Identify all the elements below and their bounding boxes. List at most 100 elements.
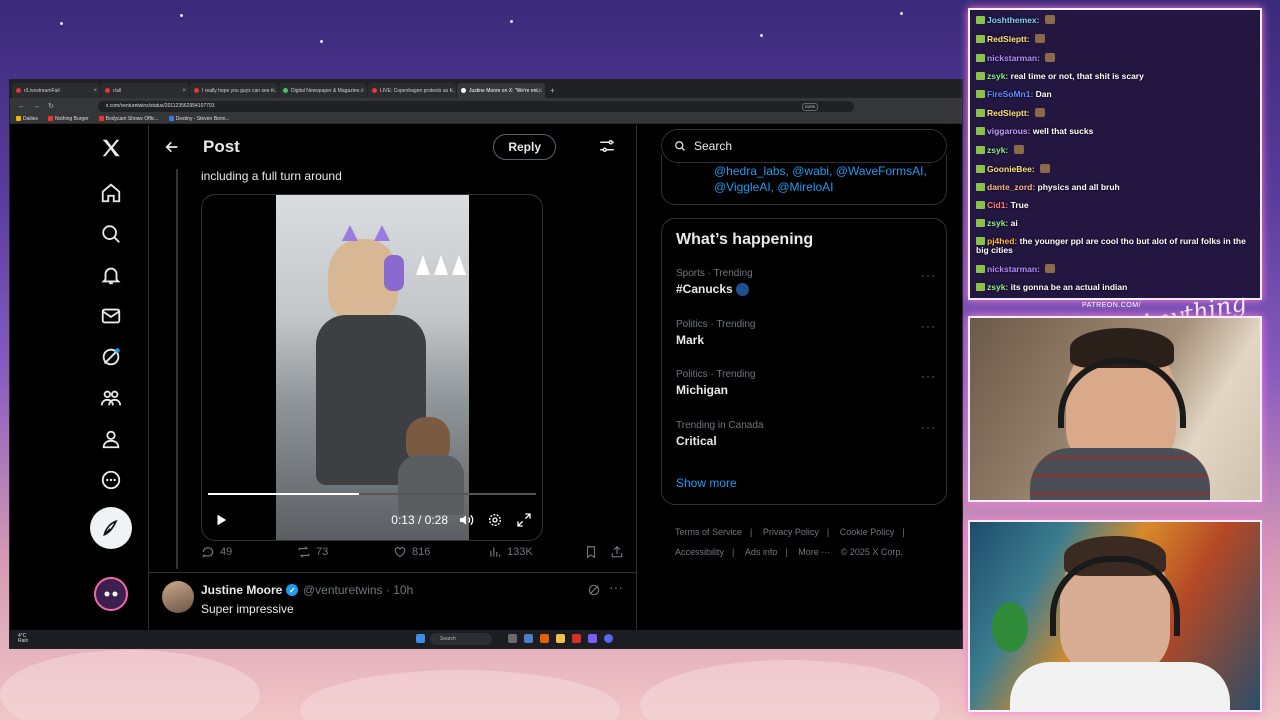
tweet-text: including a full turn around — [201, 169, 342, 183]
taskbar-search[interactable]: Search — [430, 633, 492, 645]
close-icon[interactable]: × — [93, 88, 97, 94]
footer-link[interactable]: More ··· — [798, 547, 830, 557]
search-icon[interactable] — [96, 219, 126, 249]
folder-icon[interactable] — [556, 634, 565, 643]
forward-icon[interactable]: → — [33, 103, 40, 110]
browser-tab[interactable]: I really hope you guys can see t... × — [190, 83, 278, 98]
footer-link[interactable]: Privacy Policy — [763, 527, 819, 537]
more-icon[interactable] — [96, 465, 126, 495]
views-action[interactable]: 133K — [488, 545, 533, 559]
footer-link[interactable]: Cookie Policy — [840, 527, 895, 537]
chat-username[interactable]: nickstarman: — [987, 264, 1040, 274]
chat-username[interactable]: zsyk: — [987, 71, 1008, 81]
back-icon[interactable]: ← — [18, 103, 25, 110]
reddit-icon — [105, 88, 110, 93]
zoom-badge[interactable]: 210% — [801, 102, 818, 111]
grok-icon[interactable] — [96, 342, 126, 372]
browser-tab[interactable]: Digital Newspaper & Magazine... × — [279, 83, 367, 98]
url-field[interactable]: x.com/venturetwins/status/20112356295410… — [97, 100, 854, 112]
close-icon[interactable]: × — [360, 88, 364, 94]
avatar[interactable] — [94, 577, 128, 611]
search-input[interactable]: Search — [661, 129, 947, 163]
patreon-label: PATREON.COM/ — [1082, 302, 1142, 309]
reply-button[interactable]: Reply — [493, 134, 556, 160]
reply-author[interactable]: Justine Moore ✓ — [201, 583, 299, 597]
chat-username[interactable]: viggarous: — [987, 126, 1030, 136]
chat-username[interactable]: Cid1: — [987, 200, 1008, 210]
mention-links[interactable]: @ViggleAI, @MireloAI — [714, 180, 834, 194]
firefox-icon[interactable] — [540, 634, 549, 643]
discord-icon[interactable] — [604, 634, 613, 643]
chat-username[interactable]: FireSoMn1: — [987, 89, 1033, 99]
like-action[interactable]: 816 — [393, 545, 430, 559]
browser-tab-active[interactable]: Justine Moore on X: "We're ent... × — [457, 83, 545, 98]
close-icon[interactable]: × — [538, 88, 542, 94]
new-tab-button[interactable]: + — [550, 83, 555, 98]
video-progress-bar[interactable] — [208, 493, 536, 495]
share-action[interactable] — [610, 545, 624, 559]
chat-username[interactable]: dante_zord: — [987, 182, 1035, 192]
chat-username[interactable]: zsyk: — [987, 218, 1008, 228]
video-player[interactable]: 0:13 / 0:28 — [201, 194, 543, 541]
repost-action[interactable]: 73 — [297, 545, 328, 559]
bookmark[interactable]: Nothing Burger — [48, 116, 89, 122]
grok-icon[interactable] — [587, 583, 601, 597]
footer-link[interactable]: Terms of Service — [675, 527, 742, 537]
browser-tab[interactable]: LIVE: Copenhagen protests as I... × — [368, 83, 456, 98]
bookmark[interactable]: Destiny - Steven Bonn... — [168, 116, 230, 122]
mention-links[interactable]: @hedra_labs, @wabi, @WaveFormsAI, — [714, 164, 927, 178]
bookmark[interactable]: Bodycam Shows Offic... — [98, 116, 159, 122]
chat-text: the younger ppl are cool tho but alot of… — [976, 236, 1246, 255]
reload-icon[interactable]: ↻ — [48, 102, 54, 110]
windows-start-icon[interactable] — [416, 634, 425, 643]
app-icon[interactable] — [588, 634, 597, 643]
bell-icon[interactable] — [96, 260, 126, 290]
avatar[interactable] — [162, 581, 194, 613]
chat-username[interactable]: RedSleptt: — [987, 34, 1030, 44]
reply-tweet[interactable]: Justine Moore ✓ @venturetwins · 10h ··· … — [149, 572, 636, 630]
more-icon[interactable]: ··· — [921, 268, 936, 282]
tune-icon[interactable] — [598, 137, 616, 155]
profile-icon[interactable] — [96, 424, 126, 454]
close-icon[interactable]: × — [182, 88, 186, 94]
play-icon[interactable] — [214, 513, 228, 527]
chat-username[interactable]: RedSleptt: — [987, 108, 1030, 118]
more-icon[interactable]: ··· — [921, 319, 936, 333]
chat-username[interactable]: zsyk: — [987, 145, 1008, 155]
plant — [992, 602, 1028, 652]
home-icon[interactable] — [96, 178, 126, 208]
footer-link[interactable]: Accessibility — [675, 547, 724, 557]
volume-icon[interactable] — [458, 512, 474, 528]
task-view-icon[interactable] — [508, 634, 517, 643]
show-more-link[interactable]: Show more — [676, 476, 737, 490]
communities-icon[interactable] — [96, 383, 126, 413]
chat-username[interactable]: GoonieBee: — [987, 164, 1035, 174]
weather-widget[interactable]: 4°C Rain — [18, 634, 28, 644]
compose-button[interactable] — [90, 507, 132, 549]
more-icon[interactable]: ··· — [921, 420, 936, 434]
settings-icon[interactable] — [487, 512, 503, 528]
more-icon[interactable]: ··· — [921, 369, 936, 383]
browser-tab[interactable]: r/all × — [101, 83, 189, 98]
back-arrow-icon[interactable] — [163, 138, 181, 156]
x-logo-icon[interactable] — [96, 133, 126, 163]
fullscreen-icon[interactable] — [516, 512, 532, 528]
chat-username[interactable]: Joshthemex: — [987, 15, 1039, 25]
trend-item[interactable]: Trending in Canada Critical ··· — [676, 420, 936, 460]
mail-icon[interactable] — [96, 301, 126, 331]
chrome-icon[interactable] — [572, 634, 581, 643]
trend-item[interactable]: Sports · Trending #Canucks ··· — [676, 268, 936, 308]
close-icon[interactable]: × — [449, 88, 453, 94]
bookmark[interactable]: Dailies — [16, 116, 38, 122]
close-icon[interactable]: × — [271, 88, 275, 94]
trend-item[interactable]: Politics · Trending Michigan ··· — [676, 369, 936, 409]
browser-tab[interactable]: r/LivestreamFail × — [12, 83, 100, 98]
chat-username[interactable]: nickstarman: — [987, 53, 1040, 63]
file-explorer-icon[interactable] — [524, 634, 533, 643]
reply-action[interactable]: 49 — [201, 545, 232, 559]
trend-item[interactable]: Politics · Trending Mark ··· — [676, 319, 936, 359]
more-icon[interactable]: ··· — [609, 579, 623, 595]
footer-link[interactable]: Ads info — [745, 547, 778, 557]
bookmark-action[interactable] — [584, 545, 598, 559]
chat-username[interactable]: zsyk: — [987, 282, 1008, 292]
